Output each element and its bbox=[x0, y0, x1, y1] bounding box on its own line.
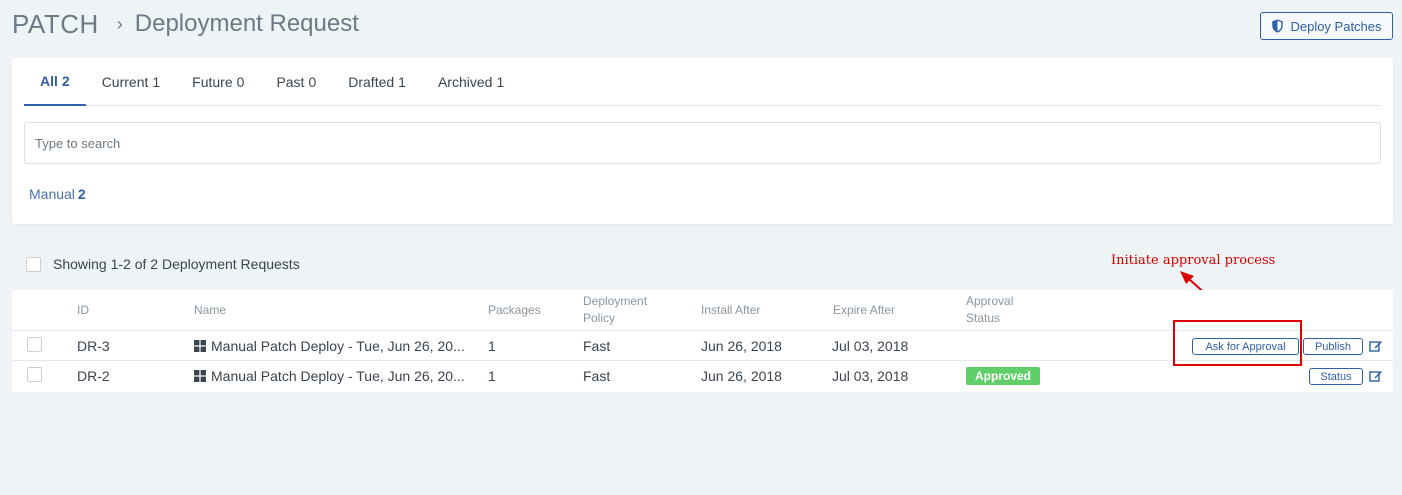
row-name[interactable]: Manual Patch Deploy - Tue, Jun 26, 20... bbox=[194, 361, 465, 391]
deploy-patches-label: Deploy Patches bbox=[1290, 18, 1382, 34]
row-checkbox[interactable] bbox=[27, 367, 42, 382]
status-button[interactable]: Status bbox=[1309, 368, 1363, 385]
tab-future[interactable]: Future 0 bbox=[176, 58, 260, 106]
col-header-approval-1[interactable]: Approval bbox=[966, 293, 1013, 310]
row-policy: Fast bbox=[583, 368, 611, 384]
tab-label: Archived bbox=[437, 74, 493, 90]
row-name-text: Manual Patch Deploy - Tue, Jun 26, 20... bbox=[211, 368, 465, 384]
col-header-policy-1[interactable]: Deployment bbox=[583, 293, 647, 310]
filter-chip-count: 2 bbox=[77, 186, 86, 202]
select-all-checkbox[interactable] bbox=[26, 256, 41, 272]
tab-current[interactable]: Current 1 bbox=[86, 58, 176, 106]
row-expire-after: Jul 03, 2018 bbox=[832, 368, 909, 384]
row-id[interactable]: DR-3 bbox=[77, 331, 110, 361]
col-header-expire[interactable]: Expire After bbox=[833, 302, 895, 319]
deploy-patches-button[interactable]: Deploy Patches bbox=[1260, 12, 1393, 40]
annotation-highlight-box bbox=[1173, 320, 1302, 366]
tab-drafted[interactable]: Drafted 1 bbox=[332, 58, 422, 106]
filter-chip-manual[interactable]: Manual 2 bbox=[29, 186, 86, 202]
tab-count: 0 bbox=[308, 74, 317, 90]
row-install-after: Jun 26, 2018 bbox=[701, 368, 782, 384]
shield-icon bbox=[1272, 19, 1284, 33]
row-name-text: Manual Patch Deploy - Tue, Jun 26, 20... bbox=[211, 338, 465, 354]
search-input[interactable] bbox=[24, 122, 1381, 164]
col-header-id[interactable]: ID bbox=[77, 302, 89, 319]
breadcrumb: PATCH › Deployment Request bbox=[12, 6, 359, 42]
tab-past[interactable]: Past 0 bbox=[260, 58, 332, 106]
row-checkbox[interactable] bbox=[27, 337, 42, 352]
row-packages: 1 bbox=[488, 338, 496, 354]
col-header-policy-2[interactable]: Policy bbox=[583, 310, 615, 327]
row-expire-after: Jul 03, 2018 bbox=[832, 338, 909, 354]
row-packages: 1 bbox=[488, 368, 496, 384]
approved-status-badge: Approved bbox=[966, 367, 1041, 385]
windows-icon bbox=[194, 370, 206, 382]
row-policy: Fast bbox=[583, 338, 611, 354]
tab-count: 1 bbox=[496, 74, 505, 90]
results-count-text: Showing 1-2 of 2 Deployment Requests bbox=[53, 256, 300, 272]
tab-archived[interactable]: Archived 1 bbox=[422, 58, 520, 106]
tab-count: 2 bbox=[61, 73, 70, 89]
tab-all[interactable]: All 2 bbox=[24, 58, 86, 106]
filter-chip-label: Manual bbox=[29, 186, 75, 202]
tab-label: Past bbox=[276, 74, 305, 90]
tab-label: Drafted bbox=[348, 74, 395, 90]
col-header-name[interactable]: Name bbox=[194, 302, 226, 319]
edit-icon[interactable] bbox=[1369, 339, 1383, 353]
col-header-approval-2[interactable]: Status bbox=[966, 310, 1000, 327]
breadcrumb-separator-icon: › bbox=[116, 13, 123, 34]
row-approval-status: Approved bbox=[966, 361, 1041, 391]
edit-icon[interactable] bbox=[1369, 369, 1383, 383]
results-summary: Showing 1-2 of 2 Deployment Requests bbox=[26, 256, 300, 272]
tab-count: 0 bbox=[236, 74, 245, 90]
tab-label: All bbox=[40, 73, 58, 89]
publish-button[interactable]: Publish bbox=[1303, 338, 1363, 355]
windows-icon bbox=[194, 340, 206, 352]
page-title: Deployment Request bbox=[134, 10, 359, 37]
tab-count: 1 bbox=[398, 74, 406, 90]
row-id[interactable]: DR-2 bbox=[77, 361, 110, 391]
filter-card: All 2 Current 1 Future 0 Past 0 Drafted 1 Arc… bbox=[12, 58, 1393, 224]
breadcrumb-root[interactable]: PATCH bbox=[12, 9, 99, 40]
col-header-packages[interactable]: Packages bbox=[488, 302, 541, 319]
tab-label: Future bbox=[192, 74, 233, 90]
tab-bar: All 2 Current 1 Future 0 Past 0 Drafted 1 Arc… bbox=[24, 58, 1381, 106]
tab-count: 1 bbox=[152, 74, 161, 90]
row-install-after: Jun 26, 2018 bbox=[701, 338, 782, 354]
tab-label: Current bbox=[101, 74, 149, 90]
col-header-install[interactable]: Install After bbox=[701, 302, 760, 319]
row-name[interactable]: Manual Patch Deploy - Tue, Jun 26, 20... bbox=[194, 331, 465, 361]
